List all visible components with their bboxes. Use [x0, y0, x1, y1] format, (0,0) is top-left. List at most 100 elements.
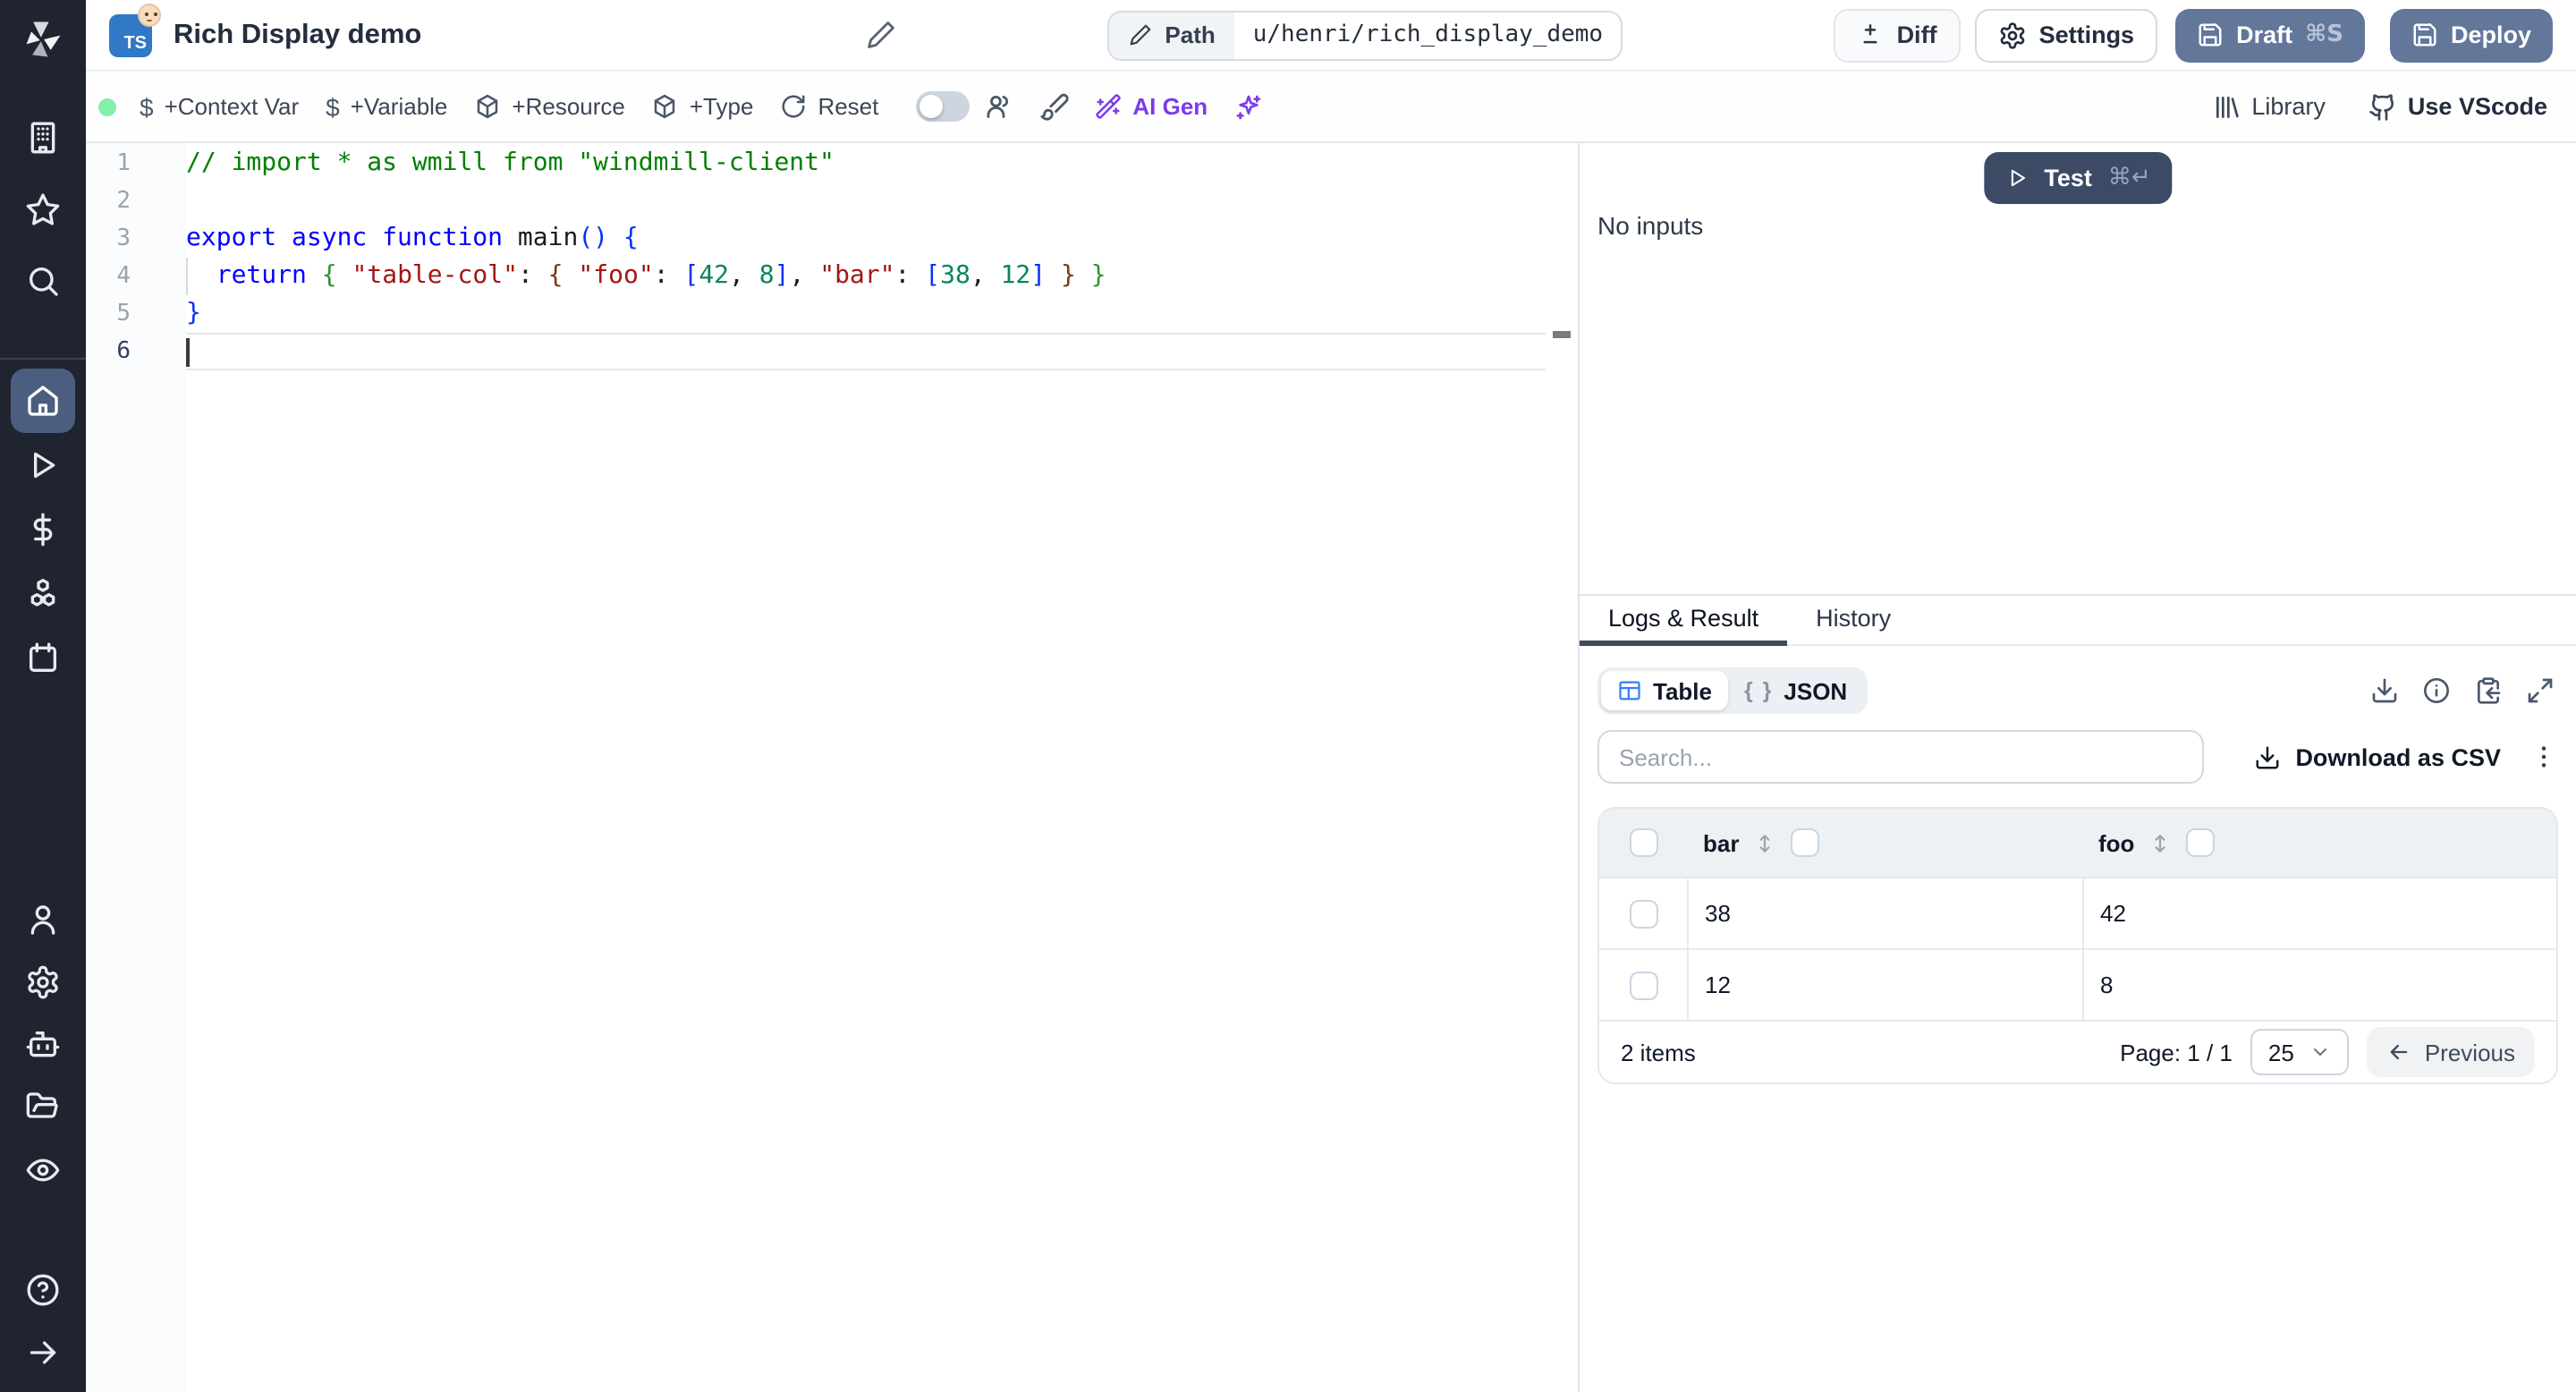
path-label: Path — [1165, 21, 1216, 48]
code-line[interactable] — [186, 333, 1546, 370]
code-lines[interactable]: // import * as wmill from "windmill-clie… — [186, 143, 1574, 1392]
line-number: 1 — [116, 150, 131, 177]
row-checkbox[interactable] — [1629, 899, 1657, 928]
add-resource-button[interactable]: +Resource — [474, 93, 625, 120]
download-csv-button[interactable]: Download as CSV — [2254, 743, 2501, 770]
sort-arrows-icon — [1760, 834, 1770, 852]
table-cell: 8 — [2082, 950, 2556, 1020]
test-label: Test — [2044, 165, 2092, 191]
ai-gen-button[interactable]: AI Gen — [1095, 93, 1208, 120]
view-json-button[interactable]: { } JSON — [1728, 671, 1863, 710]
favorites-star-icon[interactable] — [25, 191, 61, 227]
sidebar-divider — [0, 358, 86, 360]
table-row: 12 8 — [1599, 950, 2556, 1022]
multiplayer-toggle[interactable] — [916, 91, 970, 122]
gear-icon — [2000, 21, 2024, 48]
settings-button[interactable]: Settings — [1974, 8, 2158, 62]
line-number: 2 — [116, 188, 131, 215]
code-line[interactable] — [186, 182, 1574, 220]
ai-gen-label: AI Gen — [1132, 93, 1208, 120]
result-body: Table { } JSON Search... Download as CSV… — [1580, 646, 2576, 1084]
column-toggle-checkbox[interactable] — [1791, 828, 1820, 857]
workers-robot-icon[interactable] — [25, 1027, 61, 1063]
view-table-button[interactable]: Table — [1601, 671, 1728, 710]
code-line[interactable]: } — [186, 295, 1574, 333]
page-size-select[interactable]: 25 — [2250, 1029, 2350, 1075]
add-variable-button[interactable]: $ +Variable — [326, 93, 447, 120]
edit-summary-pencil-icon[interactable] — [866, 20, 896, 50]
result-tabs: Logs & Result History — [1580, 596, 2576, 646]
column-header-bar[interactable]: bar — [1687, 828, 2082, 857]
sparkles-icon[interactable] — [1234, 92, 1263, 121]
diff-button[interactable]: Diff — [1834, 8, 1961, 62]
table-cell: 42 — [2082, 878, 2556, 948]
settings-gear-icon[interactable] — [25, 964, 61, 1000]
folders-open-icon[interactable] — [25, 1090, 61, 1125]
deploy-button[interactable]: Deploy — [2390, 8, 2554, 62]
reset-button[interactable]: Reset — [780, 93, 878, 120]
search-input[interactable] — [1597, 730, 2204, 784]
runs-play-icon[interactable] — [25, 447, 61, 483]
draft-button[interactable]: Draft ⌘S — [2175, 8, 2365, 62]
path-field[interactable]: Path u/henri/rich_display_demo — [1107, 10, 1623, 60]
tab-logs-result[interactable]: Logs & Result — [1580, 596, 1788, 646]
copy-clipboard-icon[interactable] — [2474, 676, 2503, 705]
row-checkbox[interactable] — [1629, 971, 1657, 999]
previous-page-button[interactable]: Previous — [2367, 1027, 2535, 1077]
windmill-logo-icon[interactable] — [18, 14, 68, 64]
download-result-icon[interactable] — [2370, 676, 2399, 705]
code-line[interactable]: // import * as wmill from "windmill-clie… — [186, 145, 1574, 182]
home-icon — [28, 386, 58, 416]
sidebar-bottom-group — [25, 1272, 61, 1392]
tab-history[interactable]: History — [1787, 596, 1919, 644]
code-line[interactable]: return { "table-col": { "foo": [42, 8], … — [186, 258, 1574, 295]
select-all-checkbox[interactable] — [1629, 828, 1657, 857]
expand-sidebar-arrow-icon[interactable] — [25, 1335, 61, 1371]
line-number: 3 — [116, 225, 131, 252]
column-label: foo — [2098, 829, 2135, 856]
sidebar-item-home[interactable] — [11, 369, 75, 433]
package-icon — [655, 94, 676, 119]
baby-emoji-badge — [138, 3, 161, 26]
content-split: 123456 // import * as wmill from "windmi… — [86, 143, 2576, 1392]
sidebar-top-group — [25, 120, 61, 299]
search-icon[interactable] — [25, 263, 61, 299]
kebab-menu-icon[interactable] — [2529, 743, 2558, 771]
overview-ruler-cursor-mark — [1553, 331, 1571, 338]
column-label: bar — [1703, 829, 1740, 856]
chevron-down-icon — [2314, 1048, 2327, 1056]
use-vscode-button[interactable]: Use VScode — [2368, 92, 2547, 121]
library-icon — [2216, 96, 2239, 117]
test-button[interactable]: Test ⌘↵ — [1983, 152, 2173, 204]
column-toggle-checkbox[interactable] — [2186, 828, 2216, 857]
users-icon[interactable] — [984, 91, 1014, 122]
main-area: TS Rich Display demo Path u/henri/rich_d… — [86, 0, 2576, 1392]
library-button[interactable]: Library — [2212, 92, 2326, 121]
info-icon[interactable] — [2422, 676, 2451, 705]
column-header-foo[interactable]: foo — [2082, 828, 2556, 857]
format-paintbrush-icon[interactable] — [1039, 91, 1070, 122]
code-line[interactable]: export async function main() { — [186, 220, 1574, 258]
audit-eye-icon[interactable] — [25, 1152, 61, 1188]
draft-label: Draft — [2236, 21, 2293, 48]
variables-dollar-icon[interactable] — [25, 512, 61, 547]
draft-shortcut: ⌘S — [2305, 21, 2343, 48]
schedules-calendar-icon[interactable] — [25, 641, 61, 676]
add-context-var-button[interactable]: $ +Context Var — [140, 93, 299, 120]
table-cell: 12 — [1687, 950, 2082, 1020]
workspace-building-icon[interactable] — [25, 120, 61, 156]
add-type-button[interactable]: +Type — [652, 93, 753, 120]
expand-fullscreen-icon[interactable] — [2526, 676, 2555, 705]
path-value[interactable]: u/henri/rich_display_demo — [1235, 12, 1621, 58]
ts-label: TS — [123, 33, 147, 53]
help-icon[interactable] — [25, 1272, 61, 1308]
table-footer: 2 items Page: 1 / 1 25 Previous — [1599, 1022, 2556, 1082]
library-label: Library — [2251, 93, 2326, 120]
path-label-segment: Path — [1109, 12, 1235, 58]
resources-cubes-icon[interactable] — [25, 576, 61, 612]
table-cell: 38 — [1687, 878, 2082, 948]
view-toggle: Table { } JSON — [1597, 667, 1868, 714]
code-editor[interactable]: 1 2 3 4 5 6 // import * as wmill from "windmi… — [86, 143, 1578, 1392]
header-buttons: Diff Settings Draft ⌘S Deploy — [1834, 8, 2554, 62]
users-person-icon[interactable] — [25, 902, 61, 938]
